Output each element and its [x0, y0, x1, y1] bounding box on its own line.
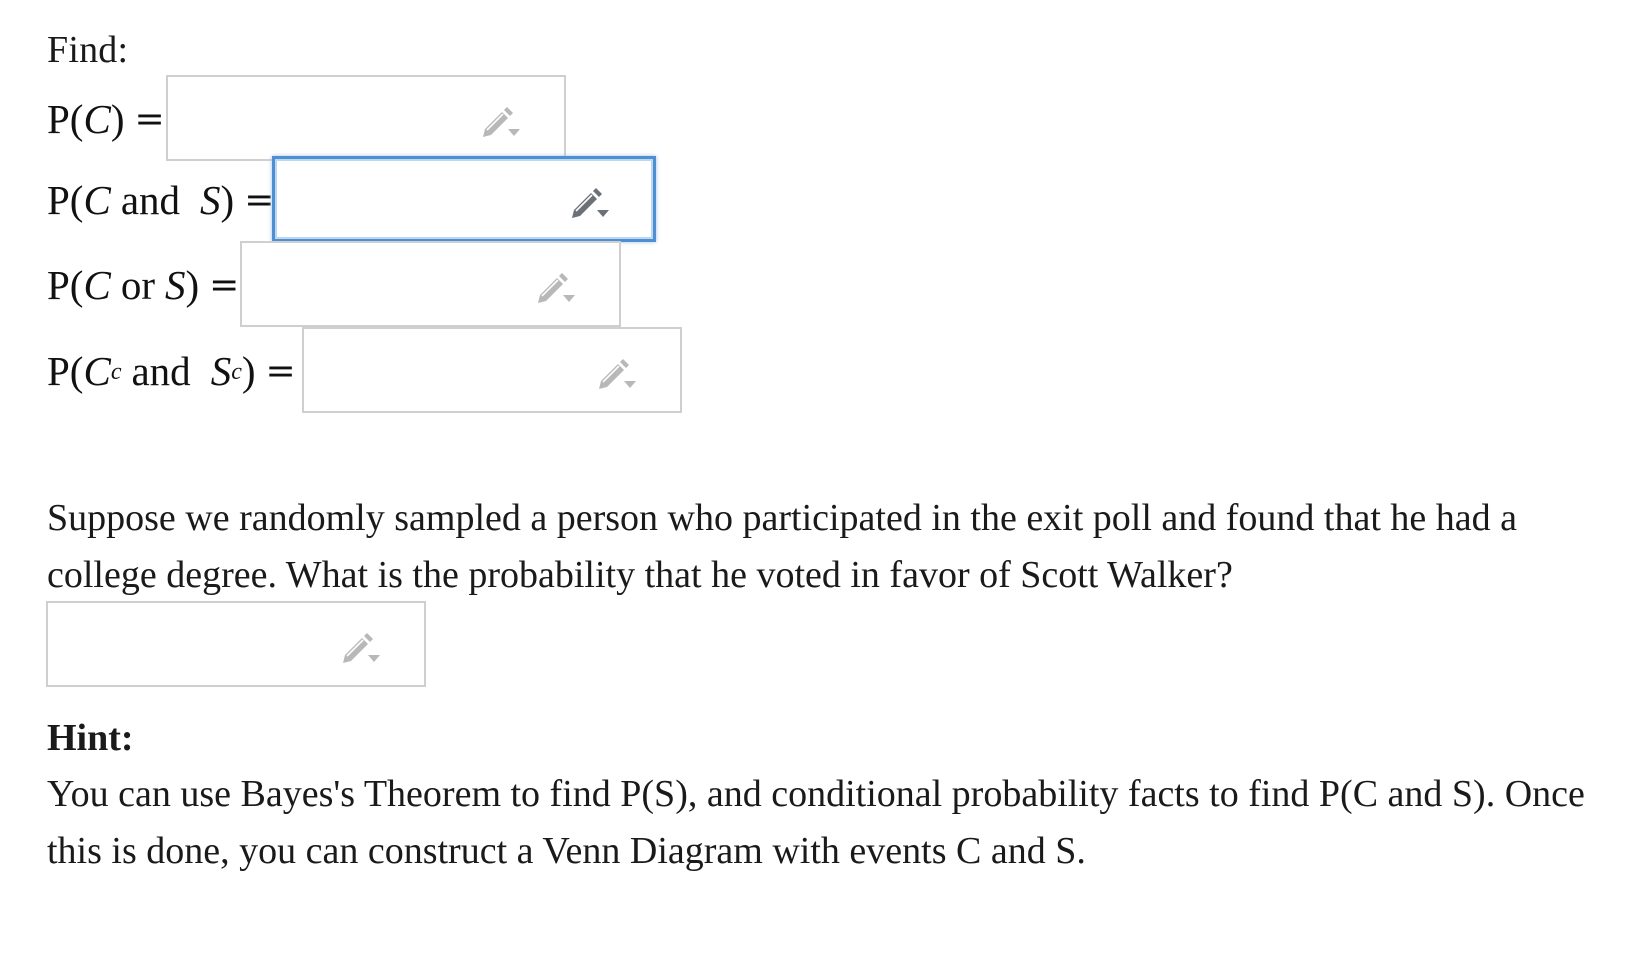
answer-input-probability[interactable]	[46, 601, 426, 687]
equation-label-p-cc-and-sc: P(Cc and Sc)	[47, 347, 256, 394]
answer-input-p-cc-and-sc[interactable]	[302, 327, 682, 413]
equation-label-p-c-or-s: P(Cor S)	[47, 261, 200, 308]
equals-sign: =	[209, 264, 240, 306]
equation-label-p-c-and-s: P(Cand S)	[47, 176, 235, 223]
pencil-dropdown-icon[interactable]	[478, 102, 522, 142]
pencil-dropdown-icon[interactable]	[338, 628, 382, 668]
hint-text: You can use Bayes's Theorem to find P(S)…	[47, 773, 1585, 872]
equation-row-p-c-and-s: P(Cand S) =	[47, 156, 274, 244]
equation-row-p-c: P(C) =	[47, 75, 165, 163]
equation-row-p-c-or-s: P(Cor S) =	[47, 241, 239, 329]
answer-input-p-c-or-s[interactable]	[240, 241, 621, 327]
answer-input-p-c[interactable]	[166, 75, 566, 161]
pencil-dropdown-icon[interactable]	[567, 183, 611, 223]
find-label: Find:	[47, 29, 129, 71]
question-page: Find: P(C) = P(Cand S) = P(C or S) =…	[0, 0, 1648, 962]
question-text: Suppose we randomly sampled a person who…	[47, 497, 1518, 596]
pencil-dropdown-icon[interactable]	[594, 354, 638, 394]
equals-sign: =	[134, 98, 165, 140]
equation-label-p-c: P(C)	[47, 95, 125, 142]
pencil-dropdown-icon[interactable]	[533, 268, 577, 308]
equals-sign: =	[244, 179, 275, 221]
answer-input-p-c-and-s[interactable]	[272, 156, 656, 242]
hint-title: Hint:	[47, 717, 134, 759]
equals-sign: =	[265, 350, 296, 392]
equation-row-p-cc-and-sc: P(Cc and Sc) =	[47, 327, 296, 415]
